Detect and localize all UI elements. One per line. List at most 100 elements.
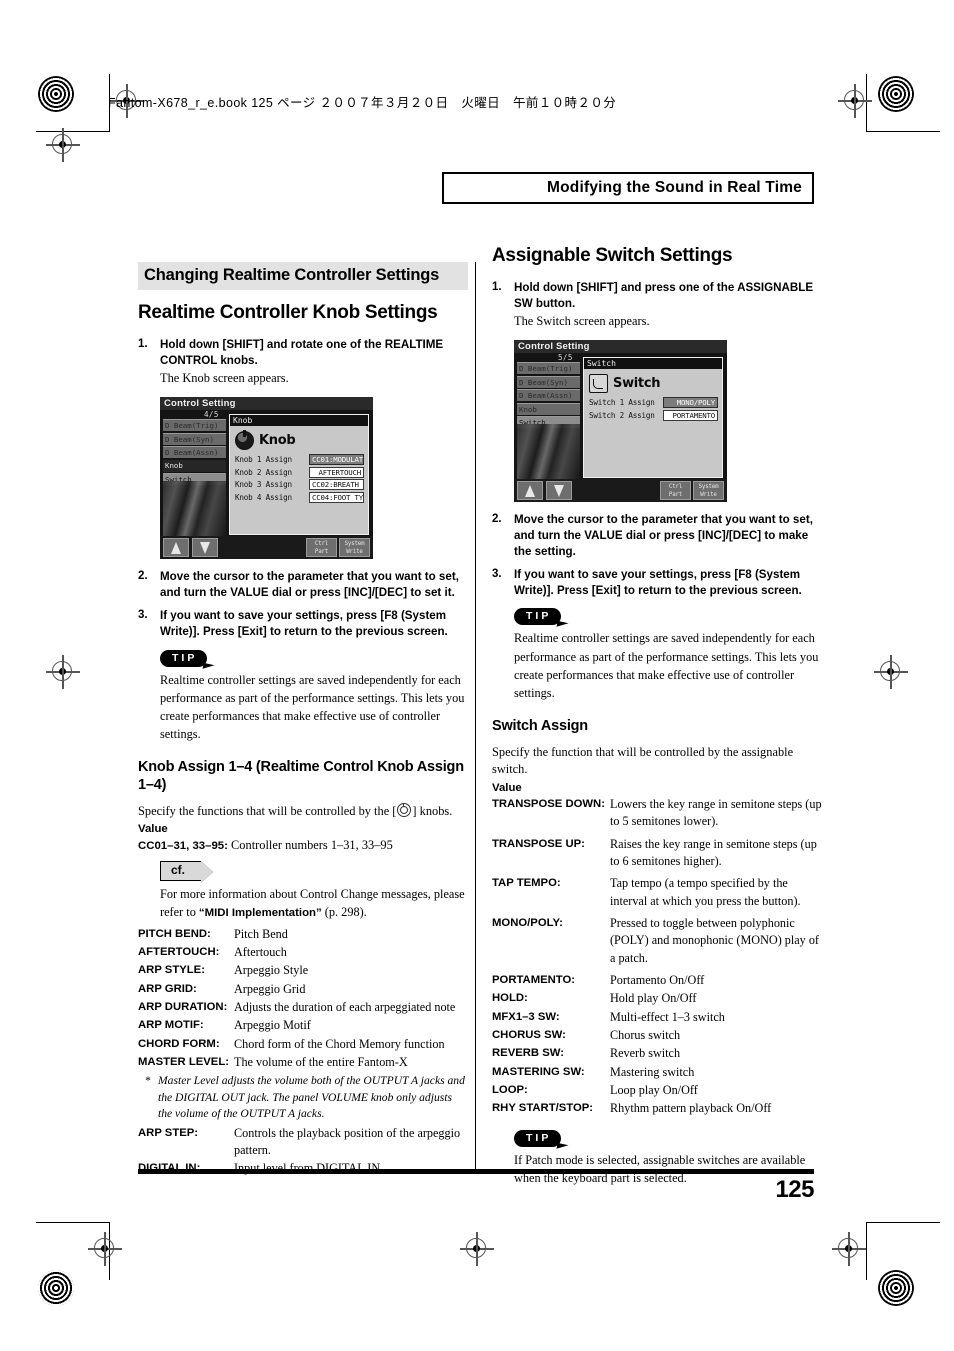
- lcd-knob-panel-title: Knob: [259, 433, 296, 449]
- right-step-3-lead: If you want to save your settings, press…: [514, 567, 802, 597]
- lcd-knob-tab-list: D Beam(Trig) D Beam(Syn) D Beam(Assn) Kn…: [163, 419, 226, 487]
- left-step-2-lead: Move the cursor to the parameter that yo…: [160, 570, 459, 600]
- lcd-switch-param-2-name: Switch 2 Assign: [589, 410, 655, 420]
- lcd-switch-tab-dbeam-assn[interactable]: D Beam(Assn): [517, 389, 580, 402]
- list-item: PORTAMENTO: Portamento On/Off: [492, 972, 822, 989]
- lcd-switch-param-1-value[interactable]: MONO/POLY: [663, 397, 718, 409]
- left-step-1-sub: The Knob screen appears.: [160, 371, 289, 386]
- right-def-3-desc: Pressed to toggle between polyphonic (PO…: [610, 916, 819, 965]
- lcd-knob-tab-dbeam-trig[interactable]: D Beam(Trig): [163, 419, 226, 432]
- knob-icon-inline: [397, 802, 412, 817]
- left-tip-callout: TIP Realtime controller settings are sav…: [160, 648, 468, 744]
- right-def-11-term: RHY START/STOP:: [492, 1102, 594, 1115]
- right-step-2-number: 2.: [492, 513, 502, 526]
- list-item: CHORUS SW: Chorus switch: [492, 1027, 822, 1044]
- left-step-2-number: 2.: [138, 570, 148, 583]
- lcd-switch-tab-dbeam-trig[interactable]: D Beam(Trig): [517, 362, 580, 375]
- left-column: Changing Realtime Controller Settings Re…: [138, 262, 468, 1179]
- lcd-knob-param-4-name: Knob 4 Assign: [235, 492, 292, 502]
- lcd-switch-photo-strip: [517, 424, 580, 483]
- running-head: Modifying the Sound in Real Time: [442, 172, 814, 204]
- list-item: TRANSPOSE UP: Raises the key range in sem…: [492, 836, 822, 871]
- left-cc-desc: Controller numbers 1–31, 33–95: [231, 838, 393, 853]
- left-step-1-number: 1.: [138, 337, 148, 350]
- arrow-up-icon[interactable]: [163, 538, 189, 558]
- section-band-heading: Changing Realtime Controller Settings: [138, 262, 468, 290]
- list-item: MFX1–3 SW: Multi-effect 1–3 switch: [492, 1009, 822, 1026]
- list-item: RHY START/STOP: Rhythm pattern playback O…: [492, 1100, 822, 1117]
- registration-crosshair-bottom-right: [832, 1232, 866, 1266]
- arrow-down-icon[interactable]: [192, 538, 218, 558]
- arrow-up-icon[interactable]: [517, 481, 543, 501]
- registration-crosshair-top-inner-left: [46, 128, 80, 162]
- list-item: TRANSPOSE DOWN: Lowers the key range in s…: [492, 796, 822, 831]
- lcd-knob-param-list: Knob 1 Assign CC01:MODULATION Knob 2 Ass…: [230, 452, 368, 503]
- lcd-switch-tab-dbeam-syn[interactable]: D Beam(Syn): [517, 375, 580, 388]
- left-footnote-text: Master Level adjusts the volume both of …: [158, 1074, 465, 1121]
- lcd-knob-param-2-name: Knob 2 Assign: [235, 467, 292, 477]
- list-item: MONO/POLY: Pressed to toggle between poly…: [492, 915, 822, 967]
- left-knob-intro: Specify the functions that will be contr…: [138, 802, 468, 821]
- lcd-switch-footer-bar: Ctrl Part System Write: [514, 479, 727, 503]
- left-knob-intro-after: ] knobs.: [412, 803, 453, 818]
- lcd-switch-fbutton-ctrl-part[interactable]: Ctrl Part: [660, 481, 691, 501]
- footer-rule: [138, 1169, 814, 1174]
- left-def2-0-desc: Controls the playback position of the ar…: [234, 1125, 461, 1157]
- lcd-knob-fbutton-system-write[interactable]: System Write: [339, 538, 370, 558]
- left-cf-link[interactable]: “MIDI Implementation”: [199, 907, 322, 919]
- crop-mark-top-left: [36, 74, 110, 132]
- left-step-1-lead: Hold down [SHIFT] and rotate one of the …: [160, 337, 444, 367]
- arrow-down-icon[interactable]: [546, 481, 572, 501]
- left-def-2-desc: Arpeggio Style: [234, 963, 309, 978]
- right-step-1-sub: The Switch screen appears.: [514, 314, 650, 329]
- left-footnote-marker: *: [145, 1074, 151, 1088]
- lcd-switch-fbutton-system-write-line1: System: [698, 484, 719, 491]
- lcd-switch-fbutton-ctrl-part-line2: Part: [668, 492, 683, 499]
- cf-badge-icon: cf.: [160, 861, 202, 881]
- right-def-0-desc: Lowers the key range in semitone steps (…: [610, 797, 822, 829]
- lcd-switch-tab-knob[interactable]: Knob: [517, 402, 580, 415]
- lcd-knob-tab-knob[interactable]: Knob: [163, 459, 226, 472]
- tip-badge-icon: TIP: [160, 649, 208, 667]
- right-step-2: 2. Move the cursor to the parameter that…: [492, 512, 822, 559]
- list-item: ARP GRID: Arpeggio Grid: [138, 981, 468, 998]
- list-item: ARP STEP: Controls the playback position …: [138, 1125, 468, 1160]
- lcd-knob-param-3-name: Knob 3 Assign: [235, 480, 292, 490]
- left-def-0-term: PITCH BEND:: [138, 927, 211, 940]
- lcd-switch-fbutton-system-write[interactable]: System Write: [693, 481, 724, 501]
- lcd-knob-tab-dbeam-syn[interactable]: D Beam(Syn): [163, 432, 226, 445]
- lcd-knob-param-3-value[interactable]: CC02:BREATH: [309, 479, 364, 491]
- left-cc-row: CC01–31, 33–95: Controller numbers 1–31,…: [138, 837, 468, 855]
- registration-crosshair-right-mid: [874, 655, 908, 689]
- right-def-1-desc: Raises the key range in semitone steps (…: [610, 836, 817, 869]
- right-value-label: Value: [492, 782, 522, 795]
- right-def-7-desc: Chorus switch: [610, 1028, 681, 1043]
- right-column: Assignable Switch Settings 1. Hold down …: [492, 245, 822, 1191]
- lcd-knob-param-4-value[interactable]: CC04:FOOT TYPE: [309, 491, 364, 503]
- list-item: ARP STYLE: Arpeggio Style: [138, 962, 468, 979]
- right-step-3: 3. If you want to save your settings, pr…: [492, 567, 822, 599]
- lcd-knob-page-indicator: 4/5: [204, 410, 219, 420]
- list-item: HOLD: Hold play On/Off: [492, 990, 822, 1007]
- lcd-knob-param-1-name: Knob 1 Assign: [235, 455, 292, 465]
- left-def-2-term: ARP STYLE:: [138, 964, 205, 977]
- tip-badge-icon: TIP: [514, 1129, 562, 1147]
- lcd-knob-param-2-value[interactable]: AFTERTOUCH: [309, 466, 364, 478]
- right-def-6-term: MFX1–3 SW:: [492, 1010, 560, 1023]
- right-def-2-term: TAP TEMPO:: [492, 877, 561, 890]
- left-definition-list: PITCH BEND: Pitch Bend AFTERTOUCH: Afterto…: [138, 926, 468, 1072]
- lcd-switch-fbutton-system-write-line2: Write: [700, 492, 717, 499]
- registration-crosshair-top-right: [838, 84, 872, 118]
- lcd-switch-param-1-name: Switch 1 Assign: [589, 398, 655, 408]
- left-def2-0-term: ARP STEP:: [138, 1126, 199, 1139]
- lcd-knob-fbutton-ctrl-part[interactable]: Ctrl Part: [306, 538, 337, 558]
- right-def-5-desc: Hold play On/Off: [610, 991, 697, 1006]
- lcd-knob-tab-dbeam-assn[interactable]: D Beam(Assn): [163, 446, 226, 459]
- left-step-1: 1. Hold down [SHIFT] and rotate one of t…: [138, 337, 468, 388]
- lcd-switch-panel-header: Switch: [584, 358, 722, 370]
- left-value-label: Value: [138, 823, 168, 836]
- lcd-switch-title: Control Setting: [514, 340, 727, 354]
- running-head-title: Modifying the Sound in Real Time: [547, 179, 802, 196]
- lcd-knob-param-1-value[interactable]: CC01:MODULATION: [309, 454, 364, 466]
- lcd-switch-param-2-value[interactable]: PORTAMENTO: [663, 409, 718, 421]
